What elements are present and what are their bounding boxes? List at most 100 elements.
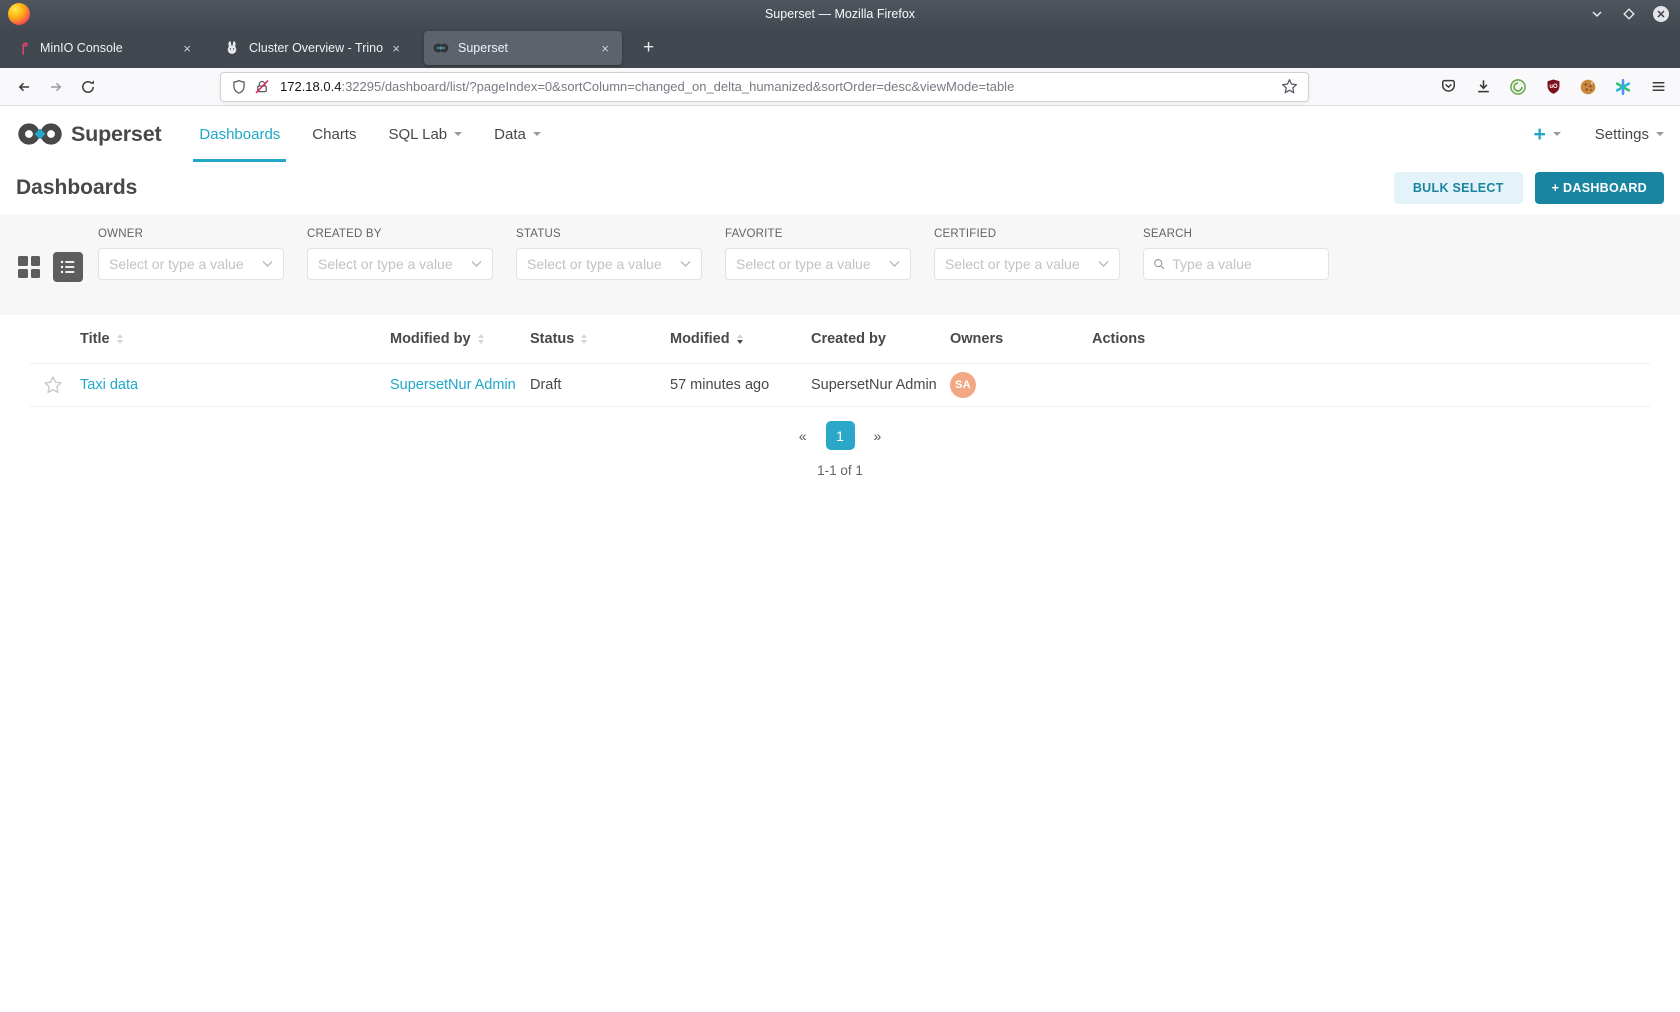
owner-select[interactable]: Select or type a value (98, 248, 284, 280)
tab-close-icon[interactable]: × (179, 39, 195, 58)
shield-icon[interactable] (231, 79, 247, 95)
window-controls (1588, 5, 1680, 23)
menu-hamburger-icon[interactable] (1648, 77, 1668, 97)
column-status[interactable]: Status (530, 331, 670, 347)
chevron-down-icon (889, 260, 900, 268)
certified-select[interactable]: Select or type a value (934, 248, 1120, 280)
column-label: Actions (1092, 331, 1145, 347)
superset-navbar: Superset Dashboards Charts SQL Lab Data … (0, 106, 1680, 162)
tab-trino-cluster-overview[interactable]: Cluster Overview - Trino × (215, 31, 413, 65)
window-title: Superset — Mozilla Firefox (0, 7, 1680, 21)
titlebar: Superset — Mozilla Firefox (0, 0, 1680, 28)
sort-icon (581, 334, 587, 345)
column-modified-by[interactable]: Modified by (390, 331, 530, 347)
cookie-icon[interactable] (1578, 77, 1598, 97)
status-select[interactable]: Select or type a value (516, 248, 702, 280)
nav-item-data[interactable]: Data (478, 106, 557, 162)
sort-icon (478, 334, 484, 345)
url-text[interactable]: 172.18.0.4:32295/dashboard/list/?pageInd… (280, 79, 1281, 94)
select-placeholder: Select or type a value (318, 256, 453, 272)
chevron-down-icon (680, 260, 691, 268)
extension-icon-green[interactable] (1508, 77, 1528, 97)
insecure-lock-icon[interactable] (254, 79, 270, 95)
chevron-down-icon (454, 132, 462, 136)
card-view-icon[interactable] (18, 256, 40, 278)
pagination-summary: 1-1 of 1 (30, 463, 1650, 478)
search-input[interactable] (1172, 256, 1319, 272)
pocket-icon[interactable] (1438, 77, 1458, 97)
nav-item-sql-lab[interactable]: SQL Lab (372, 106, 478, 162)
maximize-icon[interactable] (1620, 5, 1638, 23)
tab-title: Cluster Overview - Trino (249, 41, 388, 55)
new-item-menu[interactable]: + (1534, 124, 1561, 145)
sort-icon (117, 334, 123, 345)
url-bar[interactable]: 172.18.0.4:32295/dashboard/list/?pageInd… (220, 72, 1309, 102)
column-modified[interactable]: Modified (670, 331, 811, 347)
chevron-down-icon (471, 260, 482, 268)
user-link[interactable]: SupersetNur Admin (390, 377, 516, 393)
column-created-by: Created by (811, 331, 950, 347)
filter-status: STATUS Select or type a value (516, 228, 702, 315)
nav-item-dashboards[interactable]: Dashboards (183, 106, 296, 162)
table-header-row: Title Modified by Status Modified Create… (30, 315, 1650, 363)
back-icon[interactable] (8, 72, 40, 102)
nav-item-label: Charts (312, 126, 356, 143)
new-tab-button[interactable]: + (633, 37, 664, 59)
page-title: Dashboards (16, 176, 137, 200)
dashboard-link[interactable]: Taxi data (80, 377, 138, 393)
close-icon[interactable] (1652, 5, 1670, 23)
column-label: Title (80, 331, 110, 347)
next-page-button[interactable]: » (868, 424, 888, 448)
bookmark-star-icon[interactable] (1281, 78, 1298, 95)
chevron-down-icon (262, 260, 273, 268)
dashboards-table-card: Title Modified by Status Modified Create… (16, 315, 1664, 1012)
created-by-select[interactable]: Select or type a value (307, 248, 493, 280)
chevron-down-icon (1656, 132, 1664, 136)
settings-menu[interactable]: Settings (1595, 126, 1664, 143)
browser-toolbar: 172.18.0.4:32295/dashboard/list/?pageInd… (0, 68, 1680, 106)
filter-label: STATUS (516, 228, 702, 240)
tab-close-icon[interactable]: × (388, 39, 404, 58)
filter-label: CREATED BY (307, 228, 493, 240)
tab-superset[interactable]: Superset × (424, 31, 622, 65)
list-view-icon[interactable] (53, 252, 83, 282)
column-title[interactable]: Title (80, 331, 390, 347)
superset-logo-icon (16, 119, 64, 149)
superset-brand[interactable]: Superset (16, 106, 161, 162)
tab-title: Superset (458, 41, 597, 55)
downloads-icon[interactable] (1473, 77, 1493, 97)
table-row: Taxi data SupersetNur Admin Draft 57 min… (30, 363, 1650, 407)
filter-favorite: FAVORITE Select or type a value (725, 228, 911, 315)
nav-item-charts[interactable]: Charts (296, 106, 372, 162)
select-placeholder: Select or type a value (109, 256, 244, 272)
cell-modified-by: SupersetNur Admin (390, 377, 530, 393)
tab-close-icon[interactable]: × (597, 39, 613, 58)
column-label: Owners (950, 331, 1003, 347)
settings-label: Settings (1595, 126, 1649, 143)
svg-text:uO: uO (1549, 84, 1558, 90)
forward-icon[interactable] (40, 72, 72, 102)
select-placeholder: Select or type a value (945, 256, 1080, 272)
url-path: :32295/dashboard/list/?pageIndex=0&sortC… (341, 79, 1014, 94)
favorite-select[interactable]: Select or type a value (725, 248, 911, 280)
new-dashboard-button[interactable]: + DASHBOARD (1535, 172, 1664, 204)
minimize-icon[interactable] (1588, 5, 1606, 23)
column-owners: Owners (950, 331, 1092, 347)
favorite-star-icon[interactable] (30, 375, 80, 395)
page-1-button[interactable]: 1 (826, 421, 855, 450)
reload-icon[interactable] (72, 72, 104, 102)
owner-avatar[interactable]: SA (950, 372, 976, 398)
column-label: Modified (670, 331, 730, 347)
cell-owners: SA (950, 372, 1092, 398)
url-host: 172.18.0.4 (280, 79, 341, 94)
filter-section: OWNER Select or type a value CREATED BY … (0, 214, 1680, 315)
chevron-down-icon (1098, 260, 1109, 268)
ublock-shield-icon[interactable]: uO (1543, 77, 1563, 97)
trino-favicon-icon (224, 40, 240, 56)
prev-page-button[interactable]: « (793, 424, 813, 448)
tab-minio-console[interactable]: MinIO Console × (6, 31, 204, 65)
bulk-select-button[interactable]: BULK SELECT (1394, 172, 1523, 204)
container-asterisk-icon[interactable] (1613, 77, 1633, 97)
page-header: Dashboards BULK SELECT + DASHBOARD (0, 162, 1680, 214)
toolbar-extensions: uO (1438, 77, 1672, 97)
